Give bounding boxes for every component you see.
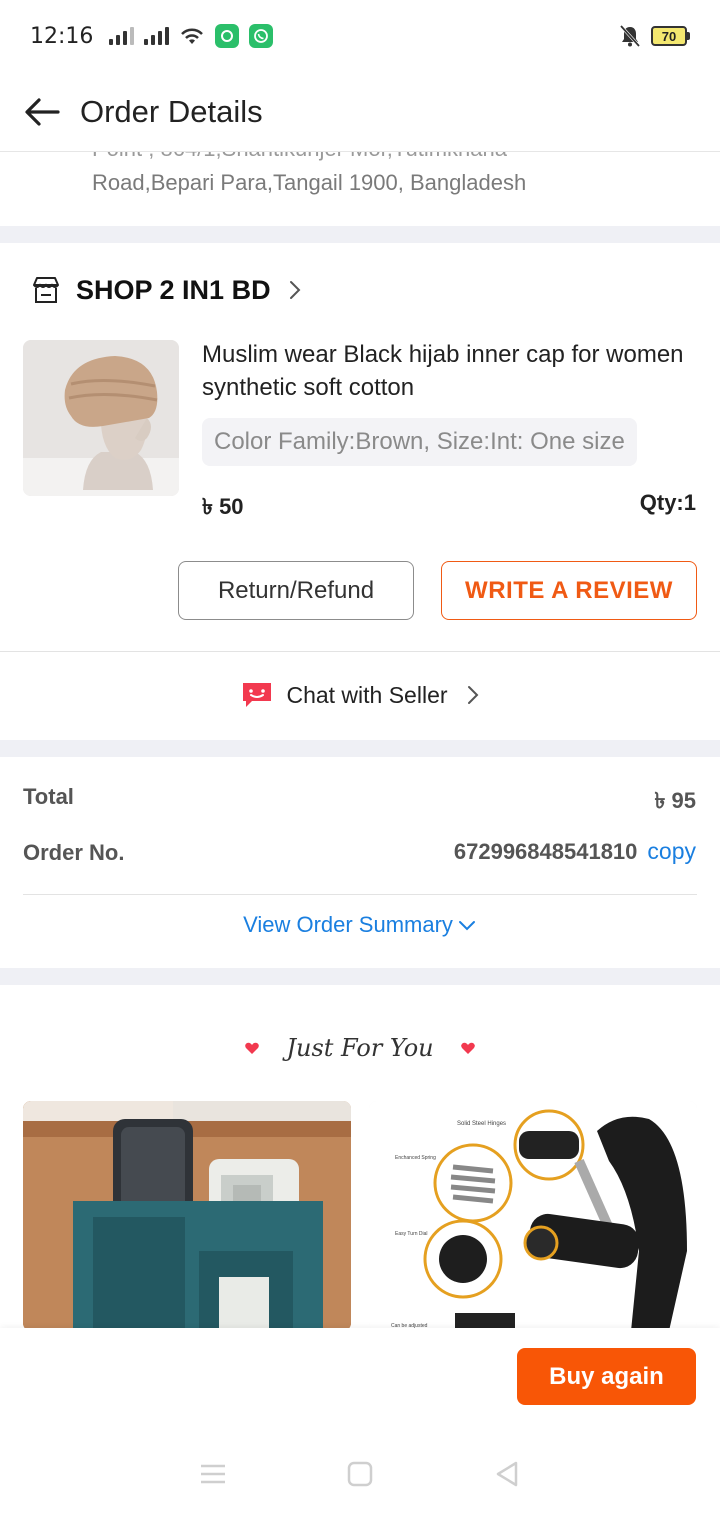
recommended-product-card[interactable] (23, 1101, 351, 1331)
order-details-screen: 12:16 70 Point , 864/1,Shantikunjer Mor,… (0, 0, 720, 1520)
page-title: Order Details (80, 93, 263, 129)
system-nav-bar (0, 1428, 720, 1520)
battery-level: 70 (651, 26, 687, 46)
svg-text:Solid Steel Hinges: Solid Steel Hinges (457, 1121, 506, 1127)
product-qty: Qty:1 (639, 490, 696, 515)
shop-row[interactable]: SHOP 2 IN1 BD (30, 270, 303, 310)
status-right: 70 (619, 24, 690, 48)
back-arrow-icon[interactable] (22, 92, 62, 132)
whatsapp-icon (249, 24, 274, 48)
section-divider-band (0, 968, 720, 985)
section-divider-band (0, 226, 720, 243)
product-title[interactable]: Muslim wear Black hijab inner cap for wo… (202, 338, 692, 404)
buy-again-button[interactable]: Buy again (517, 1348, 696, 1405)
order-no-label: Order No. (23, 840, 125, 865)
order-number: 672996848541810 (453, 839, 638, 864)
just-for-you-title: Just For You (286, 1034, 434, 1062)
total-value: ৳ 95 (654, 788, 696, 813)
chat-with-seller-button[interactable]: Chat with Seller (0, 660, 720, 730)
app-header: Order Details (0, 72, 720, 152)
chat-icon (243, 683, 272, 707)
status-time: 12:16 (30, 23, 94, 49)
battery-icon: 70 (651, 26, 690, 46)
signal-icon (109, 27, 135, 45)
app-icon (215, 24, 240, 48)
write-review-button[interactable]: WRITE A REVIEW (441, 561, 697, 620)
svg-text:Enchanced Spring: Enchanced Spring (395, 1155, 436, 1161)
divider (23, 894, 697, 895)
wifi-icon (181, 28, 204, 44)
just-for-you-header: Just For You (0, 1034, 720, 1062)
chat-label: Chat with Seller (286, 681, 448, 708)
chevron-right-icon (467, 686, 478, 704)
total-label: Total (23, 784, 74, 809)
order-no-group: 672996848541810 copy (454, 838, 696, 865)
status-bar: 12:16 70 (0, 0, 720, 72)
chevron-right-icon (289, 281, 300, 299)
store-icon (33, 277, 59, 303)
heart-icon (460, 1042, 475, 1054)
bottom-action-bar: Buy again (0, 1328, 720, 1428)
product-image[interactable] (23, 340, 179, 496)
home-icon[interactable] (340, 1454, 380, 1494)
copy-order-number-link[interactable]: copy (647, 838, 696, 865)
svg-text:Easy Turn Dial: Easy Turn Dial (395, 1231, 428, 1237)
section-divider-band (0, 740, 720, 757)
mute-icon (619, 24, 641, 48)
signal-icon (144, 27, 170, 45)
product-variant: Color Family:Brown, Size:Int: One size (202, 418, 637, 466)
divider (0, 651, 720, 652)
shop-name: SHOP 2 IN1 BD (76, 274, 271, 305)
heart-icon (245, 1042, 260, 1054)
chevron-down-icon (458, 921, 475, 931)
status-left: 12:16 (30, 23, 274, 49)
recommended-product-card[interactable]: Solid Steel Hinges Enchanced Spring Easy… (369, 1101, 697, 1331)
address-line: Road,Bepari Para,Tangail 1900, Banglades… (92, 170, 527, 195)
view-order-summary-link[interactable]: View Order Summary (0, 912, 720, 938)
return-refund-button[interactable]: Return/Refund (178, 561, 414, 620)
product-price: ৳ 50 (202, 494, 244, 519)
view-order-summary-label: View Order Summary (243, 912, 453, 937)
menu-icon[interactable] (193, 1454, 233, 1494)
back-nav-icon[interactable] (487, 1454, 527, 1494)
